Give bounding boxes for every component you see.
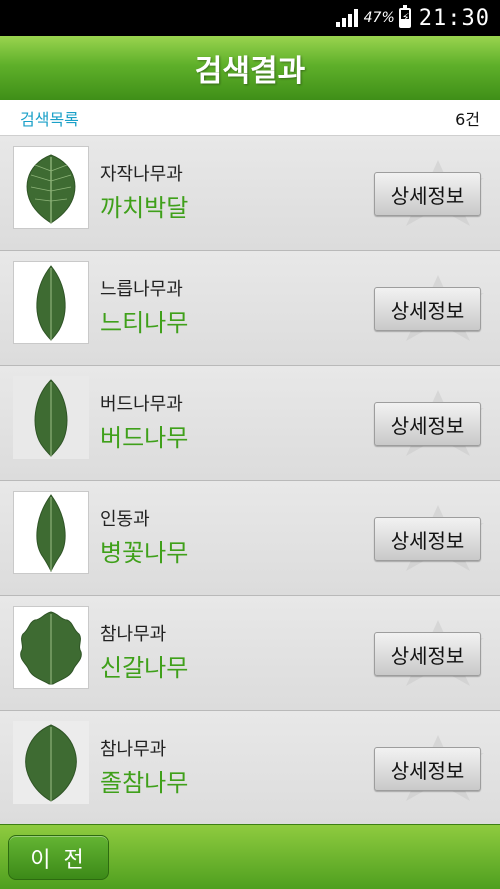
item-name: 버드나무 (100, 424, 189, 452)
item-family: 자작나무과 (100, 164, 183, 185)
item-name: 신갈나무 (100, 654, 189, 682)
bottom-bar: 이 전 (0, 824, 500, 889)
list-item[interactable]: 참나무과 신갈나무 상세정보 (0, 596, 500, 711)
list-item[interactable]: 자작나무과 까치박달 상세정보 (0, 136, 500, 251)
list-item[interactable]: 버드나무과 버드나무 상세정보 (0, 366, 500, 481)
leaf-thumbnail (13, 491, 89, 574)
leaf-thumbnail (13, 146, 89, 229)
result-list: 자작나무과 까치박달 상세정보 느릅나무과 느티나무 상세정보 버드나무과 버드 (0, 136, 500, 824)
list-header-label: 검색목록 (20, 109, 79, 129)
detail-button[interactable]: 상세정보 (374, 517, 481, 561)
clock: 21:30 (418, 5, 490, 31)
oak-leaf-icon (20, 610, 82, 684)
item-family: 느릅나무과 (100, 279, 183, 300)
list-item[interactable]: 인동과 병꽃나무 상세정보 (0, 481, 500, 596)
previous-button[interactable]: 이 전 (8, 835, 109, 880)
leaf-icon (25, 723, 77, 802)
leaf-icon (26, 153, 76, 224)
leaf-thumbnail (13, 721, 89, 804)
item-name: 병꽃나무 (100, 539, 189, 567)
leaf-icon (34, 378, 68, 457)
list-item[interactable]: 느릅나무과 느티나무 상세정보 (0, 251, 500, 366)
leaf-icon (36, 264, 66, 341)
detail-button[interactable]: 상세정보 (374, 287, 481, 331)
item-name: 졸참나무 (100, 769, 189, 797)
leaf-thumbnail (13, 376, 89, 459)
item-family: 인동과 (100, 509, 150, 530)
item-name: 느티나무 (100, 309, 189, 337)
leaf-thumbnail (13, 261, 89, 344)
leaf-thumbnail (13, 606, 89, 689)
item-family: 참나무과 (100, 624, 167, 645)
leaf-icon (36, 493, 66, 572)
signal-icon (335, 9, 358, 27)
battery-percent: 47% (363, 10, 395, 26)
status-bar: 47% ⚡ 21:30 (0, 0, 500, 36)
result-count: 6건 (455, 109, 480, 129)
detail-button[interactable]: 상세정보 (374, 172, 481, 216)
item-name: 까치박달 (100, 194, 189, 222)
detail-button[interactable]: 상세정보 (374, 632, 481, 676)
detail-button[interactable]: 상세정보 (374, 747, 481, 791)
item-family: 버드나무과 (100, 394, 183, 415)
item-family: 참나무과 (100, 739, 167, 760)
page-title: 검색결과 (194, 54, 306, 89)
battery-icon: ⚡ (398, 5, 411, 28)
list-item[interactable]: 참나무과 졸참나무 상세정보 (0, 711, 500, 824)
title-bar: 검색결과 (0, 36, 500, 100)
detail-button[interactable]: 상세정보 (374, 402, 481, 446)
list-header: 검색목록 6건 (0, 100, 500, 136)
